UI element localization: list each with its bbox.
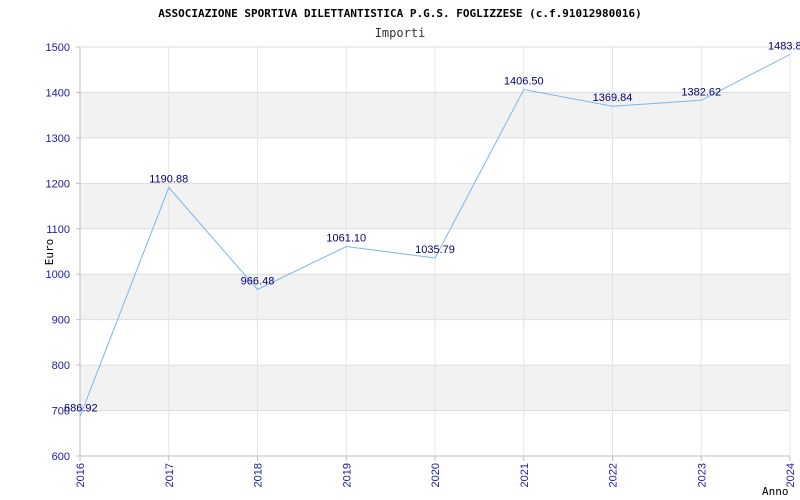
y-tick-label: 1300 <box>46 133 70 145</box>
y-tick-label: 1500 <box>46 42 70 54</box>
x-tick-label: 2022 <box>608 463 620 487</box>
y-tick-label: 1200 <box>46 178 70 190</box>
x-axis-label: Anno <box>762 485 789 498</box>
x-tick-label: 2018 <box>253 463 265 487</box>
x-tick-label: 2023 <box>696 463 708 487</box>
y-tick-label: 600 <box>52 451 70 463</box>
y-tick-label: 1100 <box>46 224 70 236</box>
x-tick-label: 2024 <box>785 463 797 487</box>
data-label: 1406.50 <box>504 75 544 87</box>
chart-subtitle: Importi <box>375 26 426 40</box>
y-tick-label: 800 <box>52 360 70 372</box>
data-label: 686.92 <box>64 402 98 414</box>
x-tick-label: 2020 <box>430 463 442 487</box>
x-tick-labels: 2016 2017 2018 2019 2020 2021 2022 2023 2024 <box>75 456 797 487</box>
data-label: 1190.88 <box>149 173 188 185</box>
data-label: 1483.80 <box>768 40 800 52</box>
y-tick-label: 900 <box>52 315 70 327</box>
x-tick-label: 2017 <box>164 463 176 487</box>
data-label: 1035.79 <box>415 244 455 256</box>
data-label: 1382.62 <box>681 86 721 98</box>
x-tick-label: 2019 <box>341 463 353 487</box>
y-tick-label: 1400 <box>46 87 70 99</box>
x-tick-label: 2021 <box>519 463 531 487</box>
data-label: 966.48 <box>241 275 275 287</box>
data-label: 1061.10 <box>326 232 366 244</box>
x-tick-label: 2016 <box>75 463 87 487</box>
y-tick-label: 1000 <box>46 269 70 281</box>
chart-title: ASSOCIAZIONE SPORTIVA DILETTANTISTICA P.… <box>158 7 641 20</box>
y-axis-label: Euro <box>43 239 56 266</box>
line-chart: ASSOCIAZIONE SPORTIVA DILETTANTISTICA P.… <box>43 7 800 498</box>
data-label: 1369.84 <box>593 92 633 104</box>
